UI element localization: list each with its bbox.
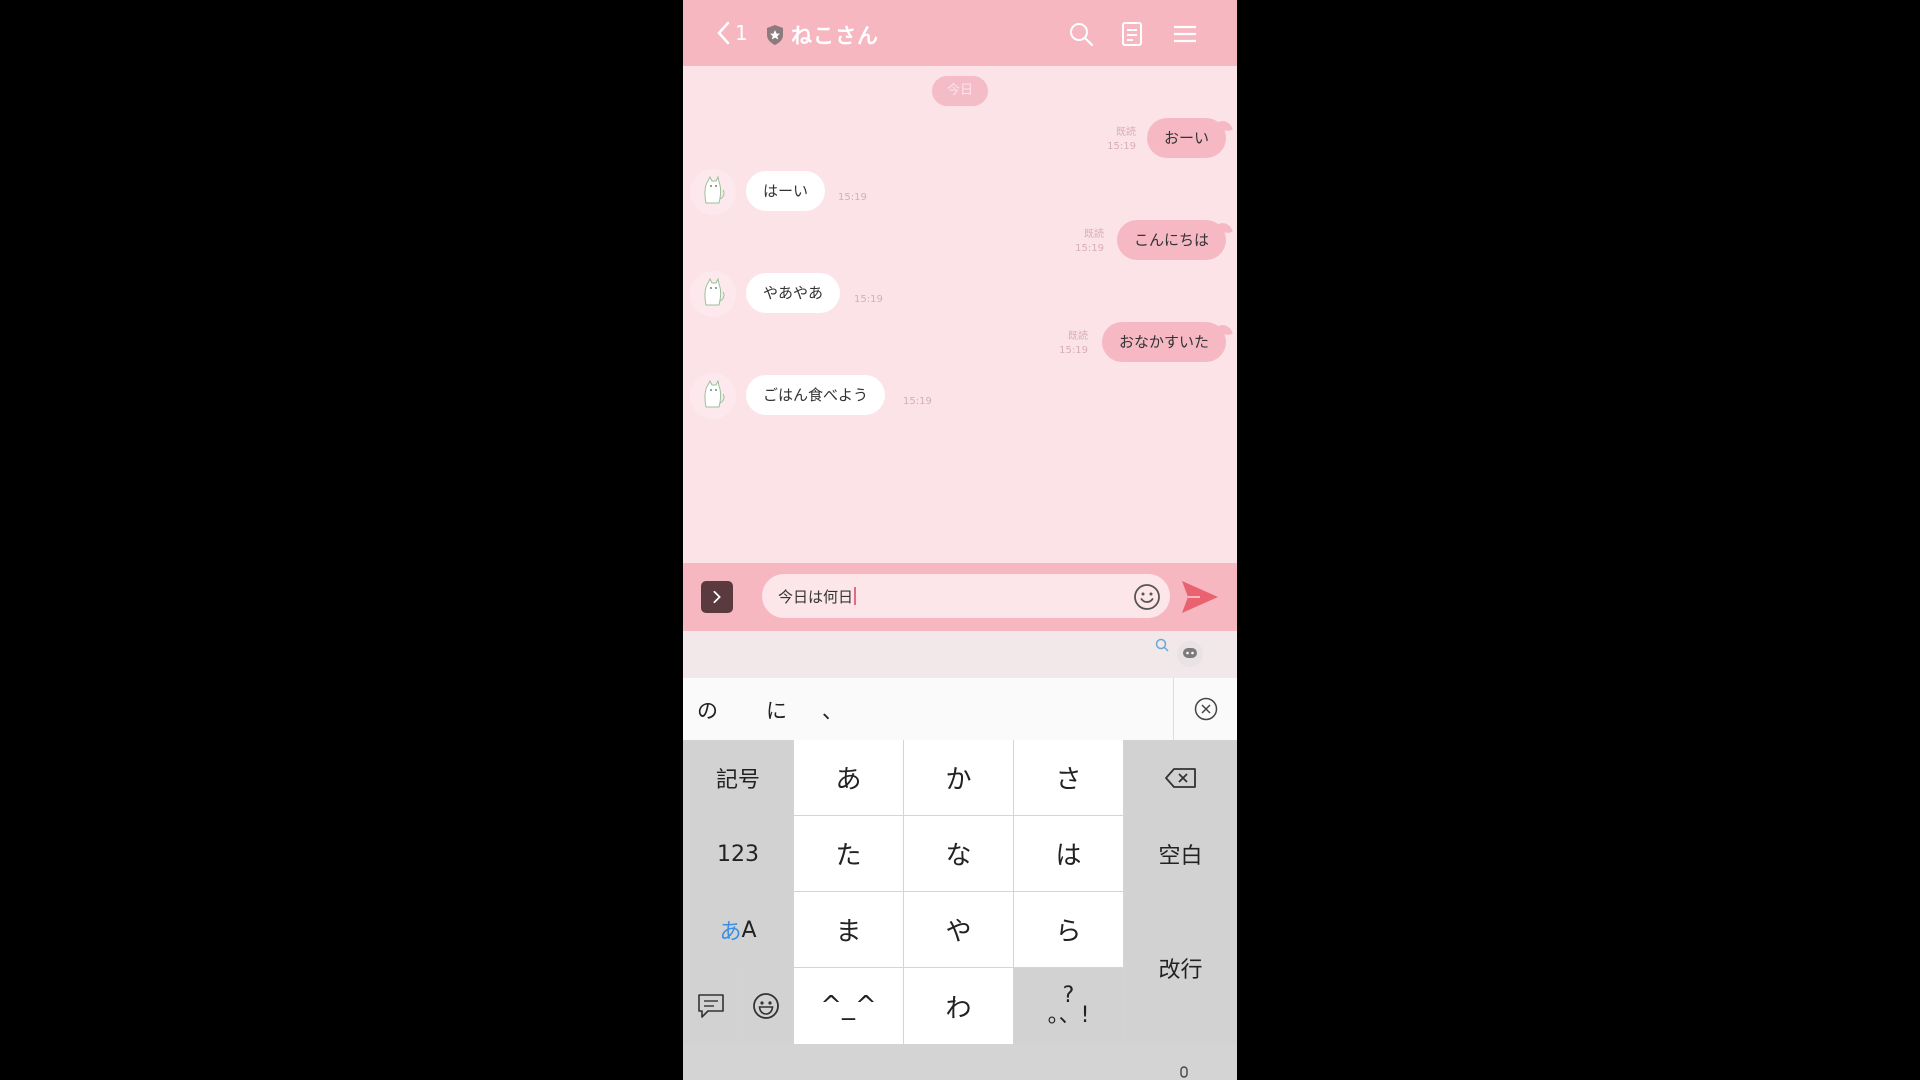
avatar[interactable] [690,271,736,317]
key-kaomoji[interactable]: ^_^ [794,968,903,1044]
mode-alpha-label: A [741,917,757,943]
assistant-bot-icon[interactable] [1177,641,1203,667]
key-kana[interactable]: や [904,892,1013,967]
key-punctuation[interactable]: ? 。、! [1014,968,1123,1044]
shield-icon [767,25,783,45]
key-space[interactable]: 空白 [1124,816,1237,892]
punctuation-bottom: 。、! [1047,1003,1090,1028]
emoji-icon[interactable] [1132,582,1162,612]
read-receipt: 既読 [1068,331,1088,342]
key-kana[interactable]: は [1014,816,1123,891]
smiley-icon [753,993,779,1019]
expand-button[interactable] [701,581,733,613]
avatar[interactable] [690,169,736,215]
message-time: 15:19 [1075,243,1104,254]
key-emoji[interactable] [739,968,793,1044]
key-kana[interactable]: さ [1014,740,1123,815]
chat-bubble-icon [697,994,724,1018]
chat-title: ねこさん [791,24,879,48]
key-kana[interactable]: ま [794,892,903,967]
outgoing-message-bubble[interactable]: おーい [1146,118,1226,158]
message-meta: 既読 15:19 [1075,228,1104,256]
read-receipt: 既読 [1116,127,1136,138]
close-circle-icon [1194,697,1218,721]
chat-title-area[interactable]: ねこさん [765,20,879,50]
robot-icon [1183,648,1197,658]
message-input-bar: 今日は何日 [683,563,1237,631]
candidate-item[interactable]: の [697,695,718,725]
cat-avatar-icon [704,379,725,408]
key-kana[interactable]: な [904,816,1013,891]
suggestion-strip [683,631,1237,678]
key-kana[interactable]: あ [794,740,903,815]
avatar[interactable] [690,373,736,419]
back-button[interactable]: 1 [715,20,748,46]
outgoing-message-bubble[interactable]: おなかすいた [1101,322,1226,362]
key-kana[interactable]: わ [904,968,1013,1044]
cat-avatar-icon [704,277,725,306]
incoming-message-bubble[interactable]: はーい [746,171,826,211]
flick-keyboard: 記号 あ か さ 123 た な は 空白 あA ま や ら 改行 ^_^ わ … [683,740,1237,1080]
message-time: 15:19 [1107,141,1136,152]
key-input-mode[interactable]: あA [683,892,793,968]
message-time: 15:19 [838,192,867,203]
message-meta: 既読 15:19 [1059,330,1088,358]
phone-screen: 1 ねこさん 今日 既読 15:19 おーい はーい 15:19 既読 15:1… [683,0,1237,1080]
key-numbers[interactable]: 123 [683,816,793,892]
outgoing-message-bubble[interactable]: こんにちは [1116,220,1226,260]
search-icon[interactable] [1154,637,1170,653]
mode-kana-label: あ [719,920,742,945]
backspace-icon [1164,768,1196,788]
key-kana[interactable]: か [904,740,1013,815]
message-input-text: 今日は何日 [778,588,854,606]
message-meta: 既読 15:19 [1107,126,1136,154]
key-enter[interactable]: 改行 [1124,892,1237,1044]
message-list[interactable]: 今日 既読 15:19 おーい はーい 15:19 既読 15:19 こんにちは [683,66,1237,563]
candidate-item[interactable]: 、 [822,695,843,725]
text-caret [854,587,857,605]
backspace-key[interactable] [1124,740,1237,816]
date-separator: 今日 [932,76,988,106]
message-time: 15:19 [854,294,883,305]
close-candidates-button[interactable] [1173,678,1237,740]
incoming-message-bubble[interactable]: やあやあ [746,273,841,313]
message-time: 15:19 [1059,345,1088,356]
message-input[interactable]: 今日は何日 [762,574,1170,618]
conversion-candidates: の に 、 [683,678,1237,740]
menu-icon[interactable] [1172,21,1198,47]
key-kana[interactable]: ら [1014,892,1123,967]
key-kana[interactable]: た [794,816,903,891]
message-time: 15:19 [903,396,932,407]
key-symbols[interactable]: 記号 [683,740,793,816]
notes-icon[interactable] [1119,21,1145,47]
message-input-value: 今日は何日 [778,586,857,607]
chevron-right-icon [713,590,721,604]
cat-avatar-icon [704,175,725,204]
search-icon[interactable] [1068,21,1094,47]
chevron-left-icon [717,21,730,45]
incoming-message-bubble[interactable]: ごはん食べよう [746,375,886,415]
chat-header: 1 ねこさん [683,0,1237,66]
send-icon[interactable] [1180,579,1220,615]
key-chat-toggle[interactable] [683,968,738,1044]
candidate-item[interactable]: に [766,695,787,725]
microphone-icon[interactable] [1177,1066,1191,1080]
unread-count: 1 [735,21,748,45]
read-receipt: 既読 [1084,229,1104,240]
